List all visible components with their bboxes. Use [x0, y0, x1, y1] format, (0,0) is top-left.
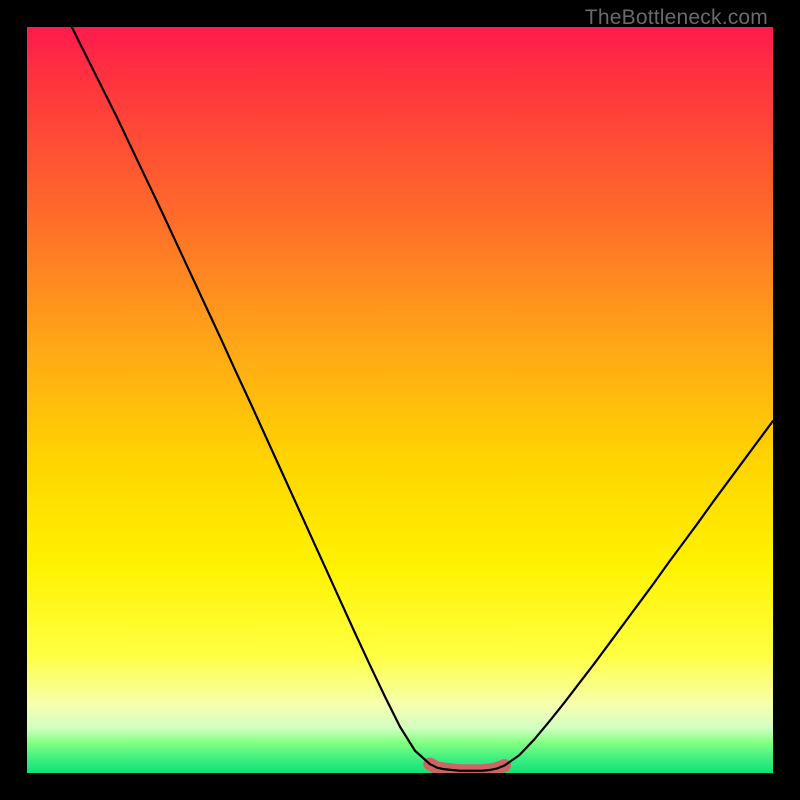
curve-line	[72, 27, 773, 771]
chart-plot-area	[27, 27, 773, 773]
chart-frame: TheBottleneck.com	[0, 0, 800, 800]
chart-svg	[27, 27, 773, 773]
watermark-text: TheBottleneck.com	[585, 6, 768, 30]
